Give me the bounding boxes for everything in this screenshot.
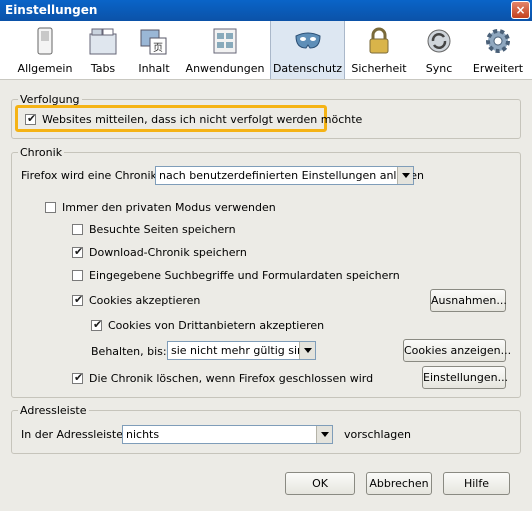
tab-label: Inhalt: [138, 62, 170, 75]
privacy-mask-icon: [294, 32, 321, 49]
form-data-label[interactable]: Eingegebene Suchbegriffe und Formulardat…: [89, 269, 400, 282]
tab-anwendungen[interactable]: Anwendungen: [184, 21, 266, 79]
history-mode-select[interactable]: nach benutzerdefinierten Einstellungen a…: [155, 166, 424, 185]
private-mode-label[interactable]: Immer den privaten Modus verwenden: [62, 201, 276, 214]
check-mark-icon: ✔: [27, 112, 37, 125]
clear-history-checkbox[interactable]: ✔: [72, 371, 84, 384]
tab-label: Erweitert: [472, 62, 524, 75]
location-bar-value: nichts: [126, 428, 160, 441]
keep-until-value: sie nicht mehr gültig sind: [171, 344, 311, 357]
check-mark-icon: ✔: [74, 293, 84, 306]
accept-cookies-label[interactable]: Cookies akzeptieren: [89, 294, 200, 307]
download-history-label[interactable]: Download-Chronik speichern: [89, 246, 247, 259]
keep-until-select[interactable]: sie nicht mehr gültig sind: [167, 341, 316, 360]
cancel-button[interactable]: Abbrechen: [366, 472, 432, 495]
history-mode-label: Firefox wird eine Chronik:: [21, 169, 161, 182]
clear-history-label[interactable]: Die Chronik löschen, wenn Firefox geschl…: [89, 372, 373, 385]
tab-sync[interactable]: Sync: [414, 21, 464, 79]
tab-label: Sicherheit: [351, 62, 407, 75]
sync-icon: [427, 29, 451, 53]
history-legend: Chronik: [18, 146, 65, 159]
keep-until-label: Behalten, bis:: [91, 345, 167, 358]
location-bar-legend: Adressleiste: [18, 404, 89, 417]
close-button[interactable]: ×: [511, 1, 530, 19]
third-party-cookies-checkbox[interactable]: ✔: [91, 318, 103, 331]
clear-settings-button[interactable]: Einstellungen...: [422, 366, 508, 389]
dnt-checkbox[interactable]: ✔: [25, 112, 37, 125]
switch-icon: [37, 27, 53, 55]
tab-label: Tabs: [90, 62, 116, 75]
tab-label: Sync: [425, 62, 453, 75]
chevron-down-icon[interactable]: [299, 342, 315, 359]
visited-pages-label[interactable]: Besuchte Seiten speichern: [89, 223, 236, 236]
form-data-checkbox[interactable]: [72, 270, 83, 281]
third-party-cookies-label[interactable]: Cookies von Drittanbietern akzeptieren: [108, 319, 324, 332]
preferences-toolbar: Allgemein Tabs 页 Inhalt Anwendungen Date…: [0, 21, 532, 80]
location-bar-suffix: vorschlagen: [344, 428, 412, 441]
ok-button[interactable]: OK: [285, 472, 355, 495]
tab-label: Datenschutz: [272, 62, 343, 75]
location-bar-select[interactable]: nichts: [122, 425, 333, 444]
exceptions-button[interactable]: Ausnahmen...: [430, 289, 507, 312]
check-mark-icon: ✔: [93, 318, 103, 331]
tab-datenschutz[interactable]: Datenschutz: [270, 21, 345, 79]
tab-allgemein[interactable]: Allgemein: [16, 21, 74, 79]
tab-tabs[interactable]: Tabs: [76, 21, 130, 79]
content-icon: 页: [140, 29, 167, 55]
gear-icon: [486, 29, 510, 53]
window-title: Einstellungen: [5, 3, 98, 17]
tab-label: Anwendungen: [185, 62, 265, 75]
tab-sicherheit[interactable]: Sicherheit: [349, 21, 409, 79]
location-bar-label: In der Adressleiste: [21, 428, 123, 441]
accept-cookies-checkbox[interactable]: ✔: [72, 293, 84, 306]
chevron-down-icon[interactable]: [397, 167, 413, 184]
tab-label: Allgemein: [17, 62, 73, 75]
history-mode-value: nach benutzerdefinierten Einstellungen a…: [159, 169, 424, 182]
help-button[interactable]: Hilfe: [443, 472, 510, 495]
dnt-label[interactable]: Websites mitteilen, dass ich nicht verfo…: [42, 113, 362, 126]
check-mark-icon: ✔: [74, 371, 84, 384]
private-mode-checkbox[interactable]: [45, 202, 56, 213]
svg-text:页: 页: [153, 42, 163, 54]
tab-inhalt[interactable]: 页 Inhalt: [130, 21, 178, 79]
tab-erweitert[interactable]: Erweitert: [470, 21, 526, 79]
chevron-down-icon[interactable]: [316, 426, 332, 443]
title-bar: Einstellungen ×: [0, 0, 532, 21]
visited-pages-checkbox[interactable]: [72, 224, 83, 235]
show-cookies-button[interactable]: Cookies anzeigen...: [403, 339, 511, 362]
check-mark-icon: ✔: [74, 245, 84, 258]
tabs-icon: [89, 28, 117, 55]
applications-icon: [213, 28, 237, 54]
download-history-checkbox[interactable]: ✔: [72, 245, 84, 258]
padlock-icon: [369, 27, 389, 54]
